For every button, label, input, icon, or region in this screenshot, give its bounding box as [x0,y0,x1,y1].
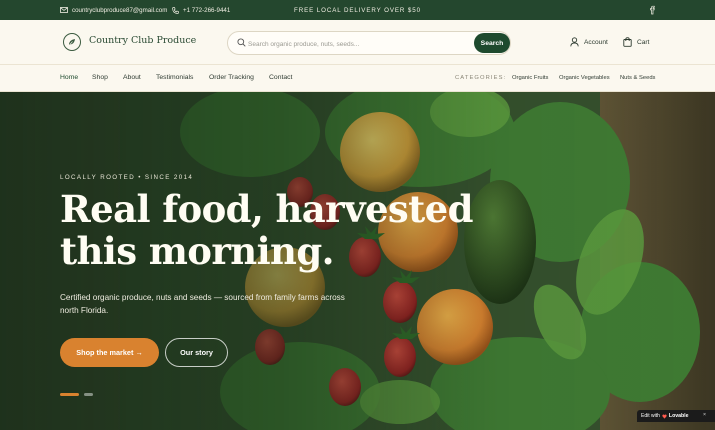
cart-label: Cart [637,38,650,46]
nav-shop[interactable]: Shop [92,74,108,81]
nav-about[interactable]: About [123,74,141,81]
nav-home[interactable]: Home [60,74,78,81]
category-nuts-seeds[interactable]: Nuts & Seeds [620,75,655,81]
hero-headline-line-1: Real food, harvested [60,187,473,231]
brand-name[interactable]: Country Club Produce [89,35,196,46]
cart-link[interactable]: Cart [623,37,649,47]
account-label: Account [584,38,608,46]
lovable-brand: Lovable [668,413,689,419]
carousel-dot[interactable] [84,393,93,396]
search-button[interactable]: Search [474,33,510,53]
shopping-bag-icon [623,37,632,47]
categories-label: CATEGORIES: [455,75,507,81]
hero-section: LOCALLY ROOTED • SINCE 2014 Real food, h… [0,92,715,430]
shop-market-label: Shop the market → [76,348,143,357]
leaf-logo-icon[interactable] [63,33,81,51]
our-story-label: Our story [180,348,213,357]
top-bar: countryclubproduce87@gmail.com +1 772-26… [0,0,715,20]
shop-market-button[interactable]: Shop the market → [60,338,159,367]
hero-headline-line-2: this morning. [60,229,335,273]
hero-headline: Real food, harvested this morning. [60,188,480,272]
nav-testimonials[interactable]: Testimonials [156,74,193,81]
nav-contact[interactable]: Contact [269,74,292,81]
search-input[interactable] [248,36,468,52]
edit-with-text: Edit with [641,413,660,419]
edit-with-lovable-badge[interactable]: Edit with Lovable × [637,410,715,422]
nav-order-tracking[interactable]: Order Tracking [209,74,254,81]
facebook-icon[interactable] [648,5,656,15]
carousel-dot-active[interactable] [60,393,79,396]
category-organic-fruits[interactable]: Organic Fruits [512,75,548,81]
hero-subtitle: Certified organic produce, nuts and seed… [60,293,345,315]
account-link[interactable]: Account [570,37,608,47]
search-bar: Search [227,31,511,55]
heart-icon [662,413,667,419]
site-header: Country Club Produce Search Account Cart [0,20,715,65]
user-icon [570,37,579,47]
category-organic-vegetables[interactable]: Organic Vegetables [559,75,610,81]
search-icon [237,38,246,47]
promo-banner: FREE LOCAL DELIVERY OVER $50 [294,6,421,14]
hero-eyebrow: LOCALLY ROOTED • SINCE 2014 [60,174,194,181]
close-icon[interactable]: × [703,412,706,418]
our-story-button[interactable]: Our story [165,338,228,367]
main-navigation: Home Shop About Testimonials Order Track… [0,65,715,92]
